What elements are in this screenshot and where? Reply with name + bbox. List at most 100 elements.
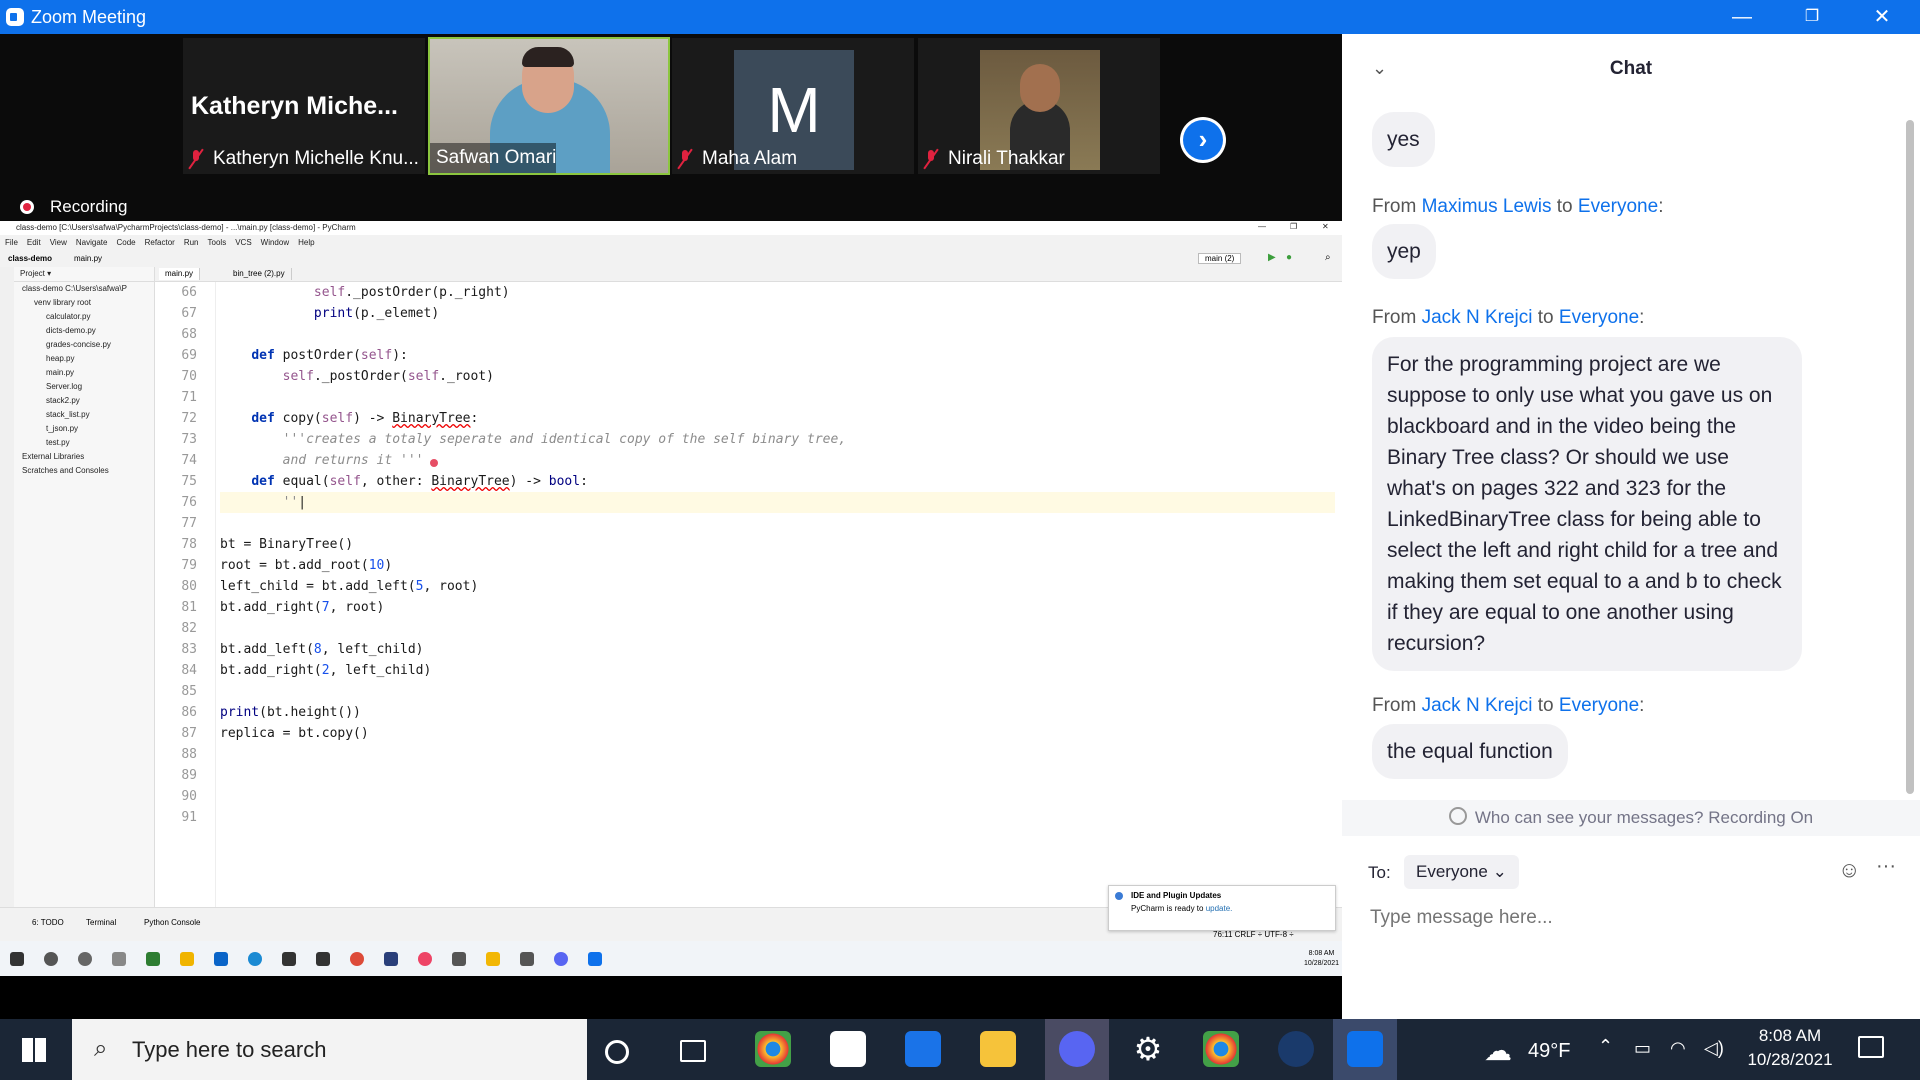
recipient-name[interactable]: Everyone xyxy=(1578,196,1658,217)
app-icon[interactable] xyxy=(486,952,500,966)
search-icon[interactable] xyxy=(44,952,58,966)
settings-icon[interactable]: ⚙ xyxy=(1130,1031,1166,1067)
tab-bin-tree-py[interactable]: bin_tree (2).py xyxy=(227,268,292,280)
visibility-note[interactable]: Who can see your messages? Recording On xyxy=(1342,800,1920,836)
cortana-icon[interactable] xyxy=(605,1040,629,1064)
app-icon[interactable] xyxy=(520,952,534,966)
edge-icon[interactable] xyxy=(248,952,262,966)
code-editor[interactable]: self._postOrder(p._right) print(p._eleme… xyxy=(220,282,1335,907)
menu-item[interactable]: Code xyxy=(116,238,135,247)
wifi-icon[interactable]: ◠ xyxy=(1670,1038,1686,1059)
tab-main-py[interactable]: main.py xyxy=(159,268,201,280)
store-icon[interactable] xyxy=(282,952,296,966)
chrome-icon[interactable] xyxy=(350,952,364,966)
store-icon[interactable] xyxy=(830,1031,866,1067)
search-icon[interactable]: ⌕ xyxy=(1325,252,1331,263)
project-tree-item[interactable]: main.py xyxy=(14,366,154,380)
breadcrumb-file[interactable]: main.py xyxy=(74,254,102,263)
participant-tile-active-speaker[interactable]: Safwan Omari xyxy=(428,37,670,175)
project-tree-item[interactable]: class-demo C:\Users\safwa\P xyxy=(14,282,154,296)
project-tree-item[interactable]: dicts-demo.py xyxy=(14,324,154,338)
participant-tile[interactable]: Nirali Thakkar xyxy=(918,38,1160,174)
debug-icon[interactable]: ● xyxy=(1286,252,1292,263)
project-tree-item[interactable]: stack2.py xyxy=(14,394,154,408)
chat-scrollbar[interactable] xyxy=(1906,120,1914,794)
notifications-icon[interactable] xyxy=(1858,1036,1884,1058)
windows-start-icon[interactable] xyxy=(22,1038,46,1062)
menu-item[interactable]: Tools xyxy=(208,238,227,247)
menu-item[interactable]: View xyxy=(50,238,67,247)
chat-message-input[interactable] xyxy=(1368,902,1892,934)
terminal-tab[interactable]: Terminal xyxy=(86,918,116,927)
recipient-name[interactable]: Everyone xyxy=(1559,307,1639,328)
chrome-profile-icon[interactable] xyxy=(1203,1031,1239,1067)
recipient-name[interactable]: Everyone xyxy=(1559,695,1639,716)
outlook-icon[interactable] xyxy=(214,952,228,966)
project-tree-item[interactable]: Server.log xyxy=(14,380,154,394)
chevron-up-icon[interactable]: ⌃ xyxy=(1598,1036,1613,1057)
folder-icon[interactable] xyxy=(180,952,194,966)
project-tree-item[interactable]: External Libraries xyxy=(14,450,154,464)
project-panel-header[interactable]: Project ▾ xyxy=(14,267,154,282)
weather-temp[interactable]: 49°F xyxy=(1528,1040,1570,1063)
project-tree-item[interactable]: grades-concise.py xyxy=(14,338,154,352)
menu-item[interactable]: Help xyxy=(298,238,314,247)
project-tree-item[interactable]: test.py xyxy=(14,436,154,450)
display-icon[interactable]: ▭ xyxy=(1634,1038,1651,1059)
menu-item[interactable]: Run xyxy=(184,238,199,247)
discord-icon[interactable] xyxy=(554,952,568,966)
todo-tab[interactable]: 6: TODO xyxy=(32,918,64,927)
file-explorer-icon[interactable] xyxy=(980,1031,1016,1067)
menu-item[interactable]: Navigate xyxy=(76,238,108,247)
project-tree-item[interactable]: calculator.py xyxy=(14,310,154,324)
app-icon[interactable] xyxy=(316,952,330,966)
project-tree-item[interactable]: t_json.py xyxy=(14,422,154,436)
taskbar-search-box[interactable]: ⌕ Type here to search xyxy=(72,1019,587,1080)
restore-button[interactable]: ❐ xyxy=(1783,0,1841,34)
app-icon[interactable] xyxy=(384,952,398,966)
menu-item[interactable]: File xyxy=(5,238,18,247)
close-button[interactable]: ✕ xyxy=(1853,0,1911,34)
run-config-select[interactable]: main (2) xyxy=(1198,253,1242,264)
sender-name[interactable]: Jack N Krejci xyxy=(1422,695,1533,716)
slack-icon[interactable] xyxy=(418,952,432,966)
project-tree-item[interactable]: venv library root xyxy=(14,296,154,310)
minimize-button[interactable]: — xyxy=(1713,0,1771,34)
task-view-icon[interactable] xyxy=(112,952,126,966)
project-tree-item[interactable]: Scratches and Consoles xyxy=(14,464,154,478)
menu-item[interactable]: VCS xyxy=(235,238,251,247)
zoom-icon[interactable] xyxy=(588,952,602,966)
pycharm-minimize-button[interactable]: — xyxy=(1258,222,1266,231)
pycharm-restore-button[interactable]: ❐ xyxy=(1290,222,1297,231)
breadcrumb-project[interactable]: class-demo xyxy=(8,254,52,263)
start-icon[interactable] xyxy=(10,952,24,966)
project-tree-item[interactable]: heap.py xyxy=(14,352,154,366)
update-notification[interactable]: IDE and Plugin Updates PyCharm is ready … xyxy=(1108,885,1336,931)
menu-item[interactable]: Edit xyxy=(27,238,41,247)
app-icon[interactable] xyxy=(452,952,466,966)
participant-tile[interactable]: Katheryn Miche... Katheryn Michelle Knu.… xyxy=(183,38,425,174)
menu-item[interactable]: Refactor xyxy=(145,238,175,247)
participant-tile[interactable]: M Maha Alam xyxy=(672,38,914,174)
volume-icon[interactable]: ◁) xyxy=(1704,1038,1724,1059)
taskbar-search-placeholder: Type here to search xyxy=(132,1037,327,1062)
cortana-icon[interactable] xyxy=(78,952,92,966)
python-console-tab[interactable]: Python Console xyxy=(144,918,200,927)
mail-icon[interactable] xyxy=(905,1031,941,1067)
run-icon[interactable]: ▶ xyxy=(1268,252,1276,263)
pycharm-taskbar-icon[interactable] xyxy=(146,952,160,966)
task-view-icon[interactable] xyxy=(680,1040,706,1062)
update-link[interactable]: update. xyxy=(1206,904,1233,913)
menu-item[interactable]: Window xyxy=(261,238,289,247)
gallery-next-button[interactable]: › xyxy=(1180,117,1226,163)
taskbar-clock[interactable]: 8:08 AM 10/28/2021 xyxy=(1740,1024,1840,1072)
pycharm-close-button[interactable]: ✕ xyxy=(1322,222,1329,231)
more-options-icon[interactable]: ··· xyxy=(1876,855,1896,878)
project-tree-item[interactable]: stack_list.py xyxy=(14,408,154,422)
emoji-icon[interactable]: ☺ xyxy=(1838,857,1860,883)
recipient-select[interactable]: Everyone ⌄ xyxy=(1404,855,1519,889)
sender-name[interactable]: Maximus Lewis xyxy=(1422,196,1552,217)
steam-icon[interactable] xyxy=(1278,1031,1314,1067)
chrome-icon[interactable] xyxy=(755,1031,791,1067)
sender-name[interactable]: Jack N Krejci xyxy=(1422,307,1533,328)
